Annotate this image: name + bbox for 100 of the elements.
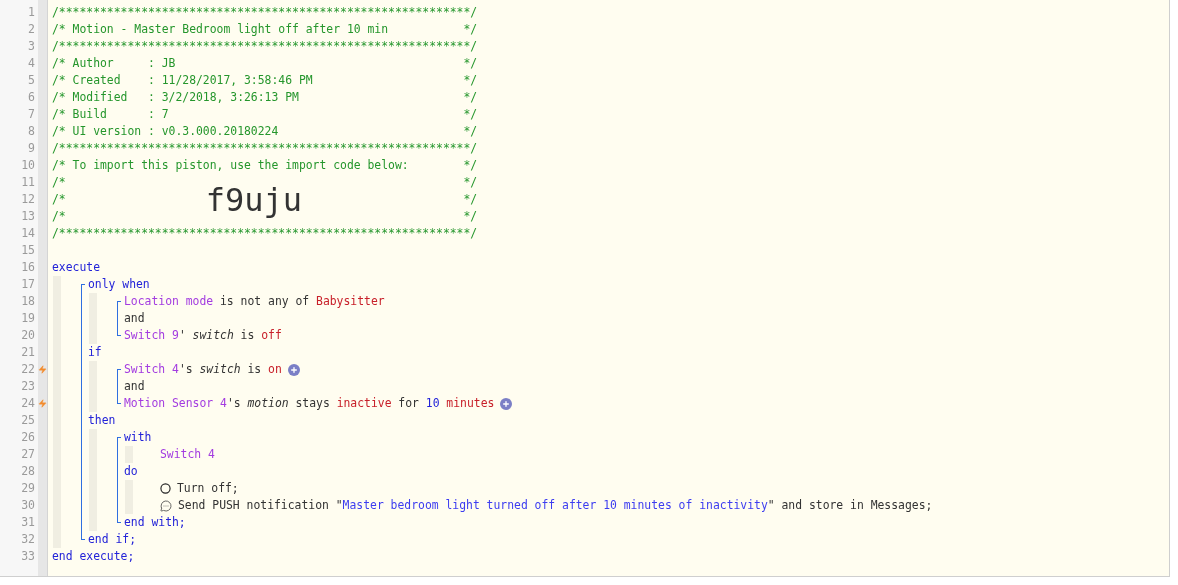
line-number: 11 — [21, 176, 35, 189]
comment-end: */ — [463, 89, 478, 106]
line-number: 23 — [21, 380, 35, 393]
code-token[interactable]: Master bedroom light turned off after 10 minutes of inactivity — [342, 497, 768, 514]
comment-end: */ — [463, 106, 478, 123]
line-number: 17 — [21, 278, 35, 291]
line-number: 18 — [21, 295, 35, 308]
code-token[interactable]: off — [261, 327, 282, 344]
line-number: 13 — [21, 210, 35, 223]
comment-line: /* To import this piston, use the import code below: — [52, 157, 409, 174]
line-number: 30 — [21, 499, 35, 512]
line-number: 16 — [21, 261, 35, 274]
line-number: 7 — [28, 108, 35, 121]
code-token[interactable]: motion — [247, 395, 289, 412]
line-number: 3 — [28, 40, 35, 53]
comment-end: */ — [463, 208, 478, 225]
code-token: 's — [178, 361, 194, 378]
circle-icon — [160, 483, 171, 494]
comment-line: /* Build : 7 — [52, 106, 169, 123]
comment-line: /* — [52, 208, 66, 225]
code-token[interactable]: Switch 4 — [124, 361, 179, 378]
code-token[interactable]: Location mode — [124, 293, 214, 310]
code-token: and — [124, 310, 145, 327]
code-token[interactable]: only when — [88, 276, 150, 293]
comment-line: /* — [52, 174, 66, 191]
line-number: 31 — [21, 516, 35, 529]
comment-end: */ — [463, 21, 478, 38]
code-token: stays — [294, 395, 331, 412]
comment-line: /************************************************************/ — [52, 38, 478, 55]
comment-end: */ — [463, 157, 478, 174]
line-number: 20 — [21, 329, 35, 342]
code-token[interactable]: Switch 4 — [160, 446, 215, 463]
comment-line: /* — [52, 191, 66, 208]
comment-end: */ — [463, 191, 478, 208]
comment-line: /************************************************************/ — [52, 225, 478, 242]
comment-line: /* Author : JB — [52, 55, 176, 72]
comment-end: */ — [463, 123, 478, 140]
comment-line: /************************************************************/ — [52, 4, 478, 21]
line-number: 27 — [21, 448, 35, 461]
code-token: is not any of — [219, 293, 311, 310]
line-number: 9 — [28, 142, 35, 155]
line-number: 25 — [21, 414, 35, 427]
comment-line: /* Motion - Master Bedroom light off after 10 min — [52, 21, 389, 38]
code-token: and — [124, 378, 145, 395]
code-token: is — [246, 361, 263, 378]
comment-line: /* Created : 11/28/2017, 3:58:46 PM — [52, 72, 313, 89]
line-number: 4 — [28, 57, 35, 70]
code-token[interactable]: switch — [192, 327, 234, 344]
plus-icon — [289, 365, 298, 374]
code-token: ' — [178, 327, 187, 344]
code-token[interactable]: inactive — [336, 395, 392, 412]
comment-line: /* UI version : v0.3.000.20180224 — [52, 123, 279, 140]
code-token[interactable]: do — [124, 463, 138, 480]
code-token[interactable]: 10 — [425, 395, 440, 412]
code-token[interactable]: end with; — [124, 514, 186, 531]
comment-line: /************************************************************/ — [52, 140, 478, 157]
plus-icon — [502, 399, 511, 408]
line-number: 8 — [28, 125, 35, 138]
chat-icon — [160, 499, 172, 512]
code-token: " and store in Messages; — [767, 497, 933, 514]
code-token[interactable]: with — [124, 429, 152, 446]
code-token[interactable]: Motion Sensor 4 — [124, 395, 227, 412]
code-token: Turn off; — [177, 480, 239, 497]
code-token[interactable]: Babysitter — [316, 293, 385, 310]
code-token[interactable]: switch — [199, 361, 241, 378]
add-button[interactable] — [287, 363, 300, 376]
add-button[interactable] — [500, 397, 513, 410]
line-number: 33 — [21, 550, 35, 563]
code-token[interactable]: if — [88, 344, 102, 361]
code-token[interactable]: then — [88, 412, 116, 429]
import-code: f9uju — [205, 181, 303, 218]
comment-line: /* Modified : 3/2/2018, 3:26:13 PM — [52, 89, 299, 106]
line-number: 6 — [28, 91, 35, 104]
code-token: 's — [226, 395, 242, 412]
line-number: 24 — [21, 397, 35, 410]
comment-end: */ — [463, 72, 478, 89]
line-number: 5 — [28, 74, 35, 87]
code-token[interactable]: on — [268, 361, 282, 378]
code-token: Send PUSH notification " — [178, 497, 343, 514]
code-token[interactable]: minutes — [439, 395, 495, 412]
line-number: 2 — [28, 23, 35, 36]
line-number: 32 — [21, 533, 35, 546]
code-token: for — [397, 395, 420, 412]
line-number: 12 — [21, 193, 35, 206]
code-token[interactable]: end execute; — [52, 548, 135, 565]
comment-end: */ — [463, 174, 478, 191]
line-number: 22 — [21, 363, 35, 376]
line-number: 29 — [21, 482, 35, 495]
line-number: 19 — [21, 312, 35, 325]
code-token[interactable]: Switch 9 — [124, 327, 179, 344]
line-number: 1 — [28, 6, 35, 19]
line-number: 10 — [21, 159, 35, 172]
line-number: 21 — [21, 346, 35, 359]
code-token[interactable]: end if; — [88, 531, 136, 548]
code-token[interactable]: execute — [52, 259, 100, 276]
line-number: 26 — [21, 431, 35, 444]
code-token: is — [239, 327, 256, 344]
line-number: 14 — [21, 227, 35, 240]
line-number: 15 — [21, 244, 35, 257]
comment-end: */ — [463, 55, 478, 72]
